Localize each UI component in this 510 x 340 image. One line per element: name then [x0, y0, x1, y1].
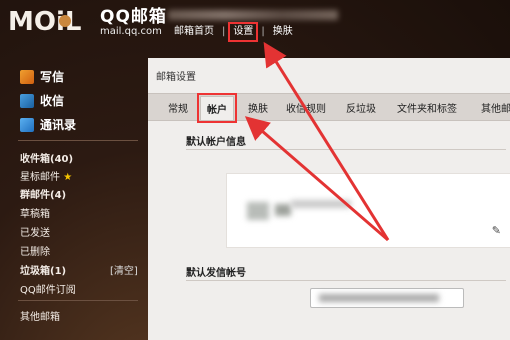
qq-mail-logo[interactable]: MOiL — [8, 6, 96, 36]
settings-title: 邮箱设置 — [156, 72, 196, 83]
contacts-button[interactable]: 通讯录 — [20, 116, 76, 133]
folder-other-mailboxes[interactable]: 其他邮箱 — [20, 308, 60, 323]
sidebar: 写信 收信 通讯录 收件箱(40) 星标邮件 ★ 群邮件(4) 草稿箱 已发送 … — [0, 60, 146, 340]
tab-general[interactable]: 常规 — [168, 100, 188, 115]
default-sender-title: 默认发信帐号 — [186, 268, 246, 279]
nav-separator: | — [261, 26, 265, 37]
star-icon: ★ — [63, 172, 73, 183]
inbox-label: 收信 — [40, 94, 65, 108]
top-nav: 邮箱首页 | 设置 | 换肤 — [172, 22, 295, 42]
blurred-username — [168, 10, 338, 20]
pencil-icon[interactable]: ✎ — [492, 224, 501, 237]
clear-spam-link[interactable]: [清空] — [110, 262, 138, 277]
folder-starred[interactable]: 星标邮件 ★ — [20, 168, 72, 183]
logo-domain: mail.qq.com — [100, 26, 162, 37]
default-sender-select[interactable] — [310, 288, 464, 308]
blurred-text — [291, 200, 351, 208]
sidebar-divider — [18, 140, 138, 141]
tab-mail-rules[interactable]: 收信规则 — [286, 100, 326, 115]
compose-label: 写信 — [40, 70, 65, 84]
contacts-icon — [20, 117, 34, 132]
blurred-text — [275, 204, 291, 216]
contacts-label: 通讯录 — [40, 118, 77, 132]
nav-settings[interactable]: 设置 — [228, 22, 259, 42]
tab-account[interactable]: 帐户 — [197, 93, 237, 123]
folder-inbox[interactable]: 收件箱(40) — [20, 150, 73, 165]
folder-subscriptions[interactable]: QQ邮件订阅 — [20, 281, 76, 296]
nav-mail-home[interactable]: 邮箱首页 — [172, 25, 216, 39]
tab-skin[interactable]: 换肤 — [248, 100, 268, 115]
inbox-button[interactable]: 收信 — [20, 92, 64, 109]
download-icon — [20, 93, 34, 108]
compose-button[interactable]: 写信 — [20, 68, 64, 85]
sidebar-divider — [18, 300, 138, 301]
folder-starred-label: 星标邮件 — [20, 172, 60, 183]
folder-sent[interactable]: 已发送 — [20, 224, 50, 239]
section-divider — [186, 280, 506, 281]
blurred-avatar — [247, 202, 269, 220]
nav-separator: | — [222, 26, 226, 37]
nav-change-skin[interactable]: 换肤 — [271, 25, 295, 39]
section-divider — [186, 149, 506, 150]
folder-spam[interactable]: 垃圾箱(1) — [20, 262, 66, 277]
settings-tabs: 常规 帐户 换肤 收信规则 反垃圾 文件夹和标签 其他邮 — [148, 93, 510, 123]
folder-group[interactable]: 群邮件(4) — [20, 186, 66, 201]
tab-anti-spam[interactable]: 反垃圾 — [346, 100, 376, 115]
account-info-card: ✎ — [226, 173, 510, 248]
tab-folders-labels[interactable]: 文件夹和标签 — [397, 100, 457, 115]
folder-deleted[interactable]: 已删除 — [20, 243, 50, 258]
tab-other[interactable]: 其他邮 — [481, 100, 510, 115]
folder-drafts[interactable]: 草稿箱 — [20, 205, 50, 220]
blurred-email — [319, 294, 439, 302]
default-account-title: 默认帐户信息 — [186, 137, 246, 148]
top-bar: MOiL QQ邮箱 mail.qq.com 邮箱首页 | 设置 | 换肤 — [0, 0, 510, 52]
compose-icon — [20, 69, 34, 84]
